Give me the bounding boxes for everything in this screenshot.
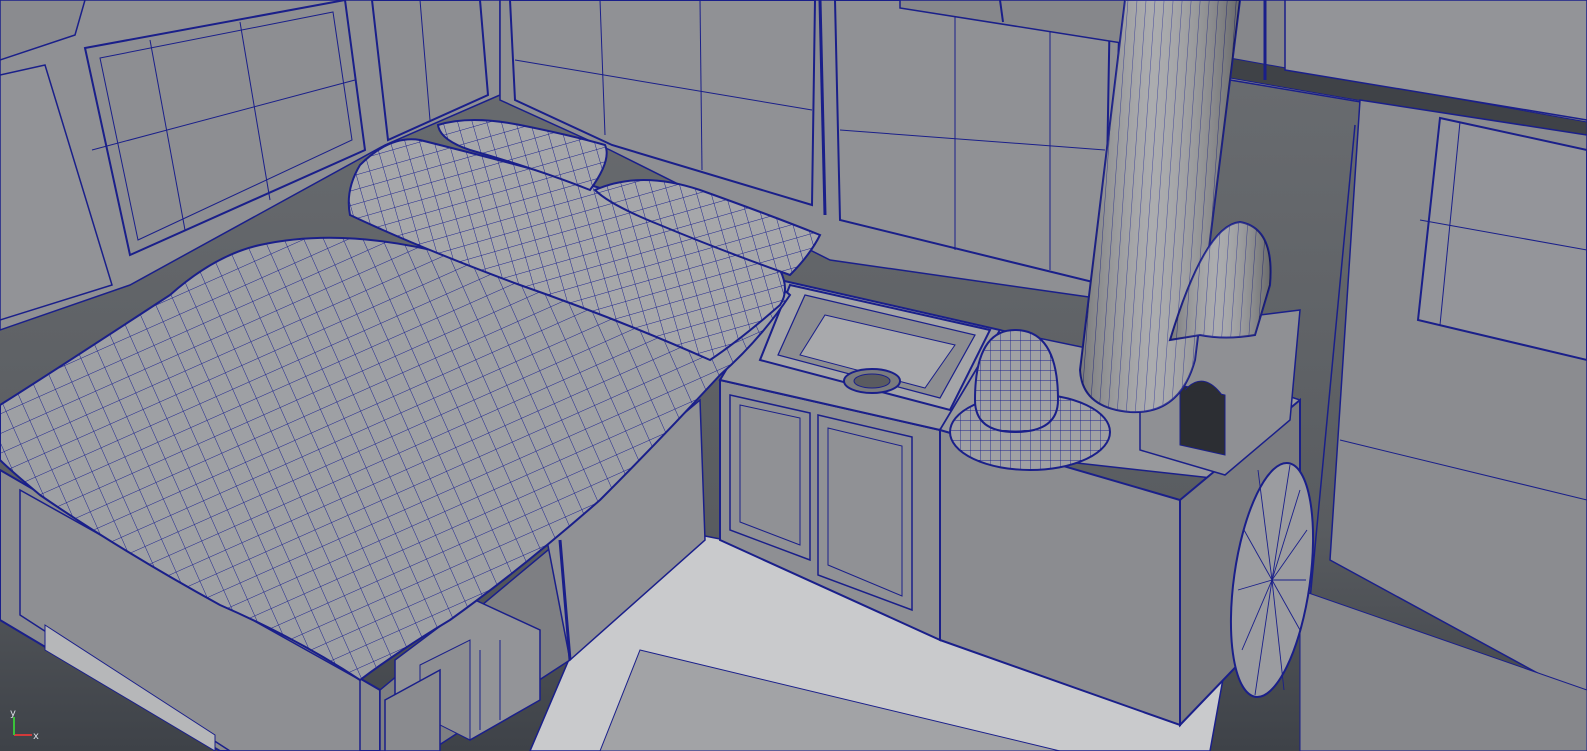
scene-wireframe[interactable] [0,0,1587,751]
axis-gizmo: x y [10,709,39,742]
x-axis-label: x [33,731,39,742]
right-wall[interactable] [1299,99,1587,751]
y-axis-label: y [10,709,16,719]
maya-viewport[interactable]: x y [0,0,1587,751]
